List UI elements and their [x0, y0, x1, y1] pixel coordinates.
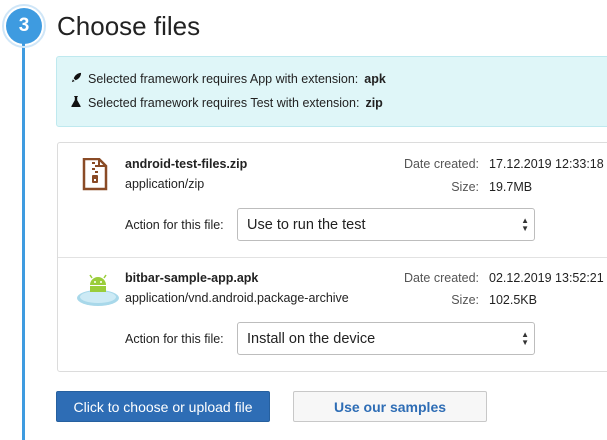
size-value: 102.5KB: [489, 293, 537, 307]
zip-file-icon: [82, 157, 108, 196]
test-requirement-row: Selected framework requires Test with ex…: [70, 96, 383, 110]
date-created-label: Date created:: [403, 157, 479, 171]
test-requirement-text: Selected framework requires Test with ex…: [88, 96, 360, 110]
action-label: Action for this file:: [125, 218, 224, 232]
rocket-icon: [70, 72, 82, 86]
size-label: Size:: [451, 180, 479, 194]
uploaded-files-list: android-test-files.zip application/zip D…: [57, 142, 607, 372]
requirements-info-box: Selected framework requires App with ext…: [56, 56, 607, 127]
page-title: Choose files: [57, 11, 201, 41]
file-action-select[interactable]: Install on the device ▲ ▼: [237, 322, 535, 355]
file-action-select[interactable]: Use to run the test ▲ ▼: [237, 208, 535, 241]
size-label: Size:: [451, 293, 479, 307]
step-rail: [22, 40, 25, 440]
select-arrows-icon: ▲ ▼: [521, 216, 529, 233]
date-created-value: 17.12.2019 12:33:18: [489, 157, 604, 171]
flask-icon: [70, 96, 82, 110]
android-app-icon: [76, 273, 120, 312]
file-name: android-test-files.zip: [125, 157, 248, 171]
upload-file-button[interactable]: Click to choose or upload file: [56, 391, 270, 422]
app-requirement-row: Selected framework requires App with ext…: [70, 72, 386, 86]
action-label: Action for this file:: [125, 332, 224, 346]
file-action-value: Use to run the test: [247, 216, 366, 233]
divider: [58, 257, 607, 258]
test-extension: zip: [365, 96, 383, 110]
file-name: bitbar-sample-app.apk: [125, 271, 259, 285]
select-arrows-icon: ▲ ▼: [521, 330, 529, 347]
date-created-value: 02.12.2019 13:52:21: [489, 271, 604, 285]
use-samples-button[interactable]: Use our samples: [293, 391, 487, 422]
app-requirement-text: Selected framework requires App with ext…: [88, 72, 359, 86]
size-value: 19.7MB: [489, 180, 533, 194]
file-action-value: Install on the device: [247, 330, 376, 347]
step-number-badge: 3: [2, 4, 46, 48]
file-type: application/vnd.android.package-archive: [125, 291, 349, 305]
date-created-label: Date created:: [403, 271, 479, 285]
app-extension: apk: [364, 72, 386, 86]
file-type: application/zip: [125, 177, 205, 191]
